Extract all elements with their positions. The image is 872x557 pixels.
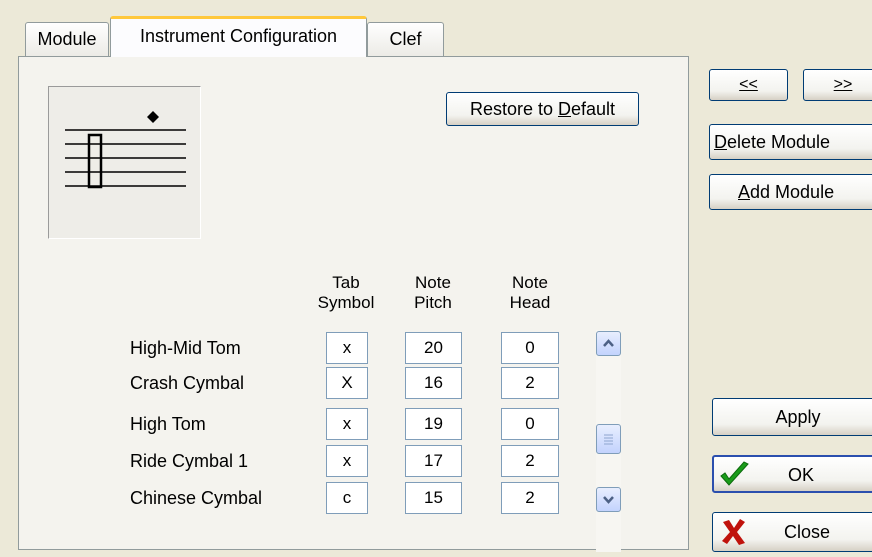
scroll-up-button[interactable] bbox=[596, 331, 621, 356]
tab-symbol-field[interactable]: x bbox=[326, 332, 368, 364]
row-label-ride-cymbal-1: Ride Cymbal 1 bbox=[130, 451, 249, 471]
tab-symbol-field[interactable]: x bbox=[326, 445, 368, 477]
scroll-thumb[interactable] bbox=[596, 424, 621, 454]
chevron-up-icon bbox=[603, 339, 614, 347]
note-pitch-field[interactable]: 15 bbox=[405, 482, 462, 514]
note-pitch-field[interactable]: 17 bbox=[405, 445, 462, 477]
note-head-field[interactable]: 2 bbox=[501, 445, 559, 477]
chevron-down-icon bbox=[603, 496, 614, 504]
note-head-field[interactable]: 2 bbox=[501, 367, 559, 399]
tab-symbol-field[interactable]: X bbox=[326, 367, 368, 399]
tab-symbol-field[interactable]: x bbox=[326, 408, 368, 440]
note-pitch-field[interactable]: 20 bbox=[405, 332, 462, 364]
row-label-chinese-cymbal: Chinese Cymbal bbox=[130, 488, 263, 508]
tab-symbol-field[interactable]: c bbox=[326, 482, 368, 514]
row-label-crash-cymbal: Crash Cymbal bbox=[130, 373, 245, 393]
row-label-high-mid-tom: High-Mid Tom bbox=[130, 338, 241, 358]
grip-icon bbox=[604, 434, 613, 445]
note-pitch-field[interactable]: 16 bbox=[405, 367, 462, 399]
note-pitch-field[interactable]: 19 bbox=[405, 408, 462, 440]
note-head-field[interactable]: 2 bbox=[501, 482, 559, 514]
scroll-down-button[interactable] bbox=[596, 487, 621, 512]
row-label-high-tom: High Tom bbox=[130, 414, 206, 434]
note-head-field[interactable]: 0 bbox=[501, 408, 559, 440]
note-head-field[interactable]: 0 bbox=[501, 332, 559, 364]
